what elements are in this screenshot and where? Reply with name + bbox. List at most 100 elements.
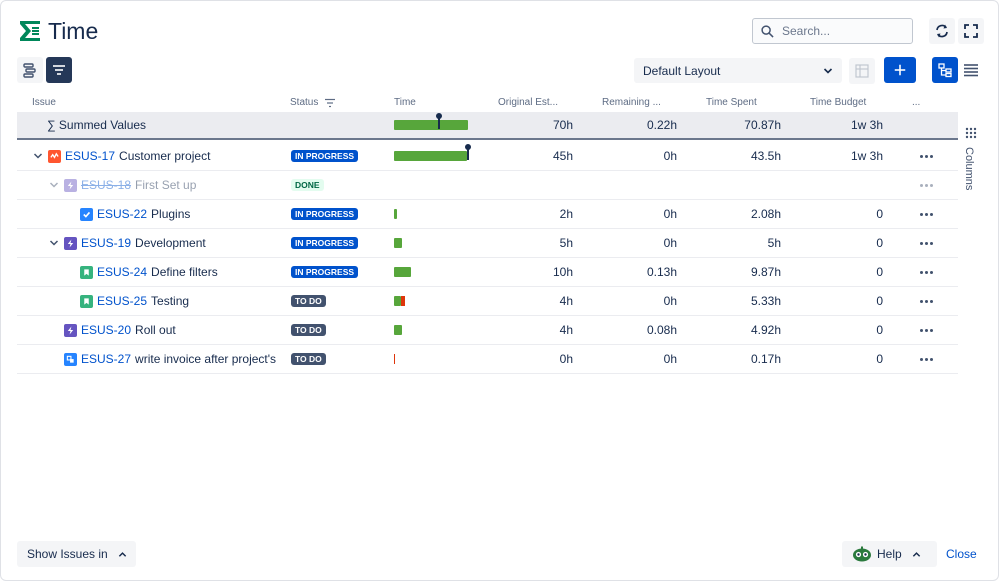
summed-values-row: ∑ Summed Values 70h 0.22h 70.87h 1w 3h [17, 112, 958, 140]
columns-panel-label[interactable]: Columns [963, 147, 975, 190]
column-header-status-label: Status [290, 97, 319, 108]
status-badge: DONE [291, 178, 324, 192]
issue-key-link[interactable]: ESUS-20 [81, 323, 131, 337]
bookmark-icon [80, 265, 93, 279]
list-icon [964, 64, 978, 77]
column-header-time-budget[interactable]: Time Budget [810, 97, 866, 108]
summed-time-cell [394, 112, 484, 138]
row-actions-button[interactable] [920, 316, 933, 344]
issue-summary: Roll out [135, 323, 176, 337]
time-spent-cell [706, 171, 781, 199]
chevron-down-icon[interactable] [49, 180, 59, 190]
remaining-cell: 0.08h [646, 323, 677, 337]
lightning-icon [64, 236, 77, 250]
issue-summary: Plugins [151, 207, 191, 221]
bookmark-icon [80, 294, 93, 308]
estimate-marker [436, 113, 442, 129]
time-progress-fill [394, 151, 467, 161]
layout-dropdown[interactable]: Default Layout [634, 58, 842, 83]
checkbox-icon [80, 207, 93, 221]
more-icon [920, 328, 933, 332]
time-budget-cell: 0 [876, 294, 883, 308]
issue-key-link[interactable]: ESUS-24 [97, 265, 147, 279]
table-row[interactable]: ESUS-19 Development IN PROGRESS 5h 0h 5h 0 [17, 229, 958, 258]
table-row[interactable]: ESUS-18 First Set up DONE [17, 171, 958, 200]
filter-icon[interactable] [324, 98, 336, 108]
filter-button[interactable] [46, 57, 72, 83]
issue-key-link[interactable]: ESUS-27 [81, 352, 131, 366]
time-budget-cell: 0 [876, 236, 883, 250]
remaining-cell: 0h [663, 352, 677, 366]
search-input[interactable] [782, 24, 902, 38]
status-badge: IN PROGRESS [291, 236, 359, 250]
column-header-time[interactable]: Time [394, 97, 416, 108]
column-header-time-spent[interactable]: Time Spent [706, 97, 757, 108]
column-header-status[interactable]: Status [290, 97, 336, 108]
time-cell [394, 258, 484, 286]
search-icon [761, 24, 774, 38]
fullscreen-button[interactable] [958, 18, 984, 44]
time-budget-cell: 0 [876, 265, 883, 279]
time-cell [394, 287, 484, 315]
time-budget-cell: 0 [876, 352, 883, 366]
time-progress-fill [394, 120, 468, 130]
table-row[interactable]: ESUS-20 Roll out TO DO 4h 0.08h 4.92h 0 [17, 316, 958, 345]
row-actions-button[interactable] [920, 345, 933, 373]
original-estimate-cell: 0h [559, 352, 573, 366]
grid-dots-icon [965, 127, 977, 139]
more-icon [920, 270, 933, 274]
time-progress-bar [394, 325, 469, 335]
row-actions-button[interactable] [920, 287, 933, 315]
row-actions-button[interactable] [920, 258, 933, 286]
table-header: Issue Status Time Original Est... Remain… [17, 93, 958, 111]
status-cell: IN PROGRESS [291, 142, 359, 170]
column-header-issue[interactable]: Issue [32, 97, 56, 108]
issue-key-link[interactable]: ESUS-19 [81, 236, 131, 250]
structure-button[interactable] [17, 57, 43, 83]
status-cell: IN PROGRESS [291, 200, 359, 228]
time-progress-bar [394, 238, 469, 248]
column-header-original-estimate[interactable]: Original Est... [498, 97, 558, 108]
issue-key-link[interactable]: ESUS-22 [97, 207, 147, 221]
time-overrun-fill [394, 354, 395, 364]
time-cell [394, 200, 484, 228]
column-header-remaining[interactable]: Remaining ... [602, 97, 661, 108]
table-row[interactable]: ESUS-24 Define filters IN PROGRESS 10h 0.13h… [17, 258, 958, 287]
epic-icon [48, 149, 61, 163]
time-spent-cell: 9.87h [750, 265, 781, 279]
row-actions-button[interactable] [920, 142, 933, 170]
chevron-down-icon[interactable] [33, 151, 43, 161]
table-row[interactable]: ESUS-27 write invoice after project's TO D… [17, 345, 958, 374]
issue-key-link[interactable]: ESUS-17 [65, 149, 115, 163]
hierarchy-icon [938, 63, 952, 78]
grid-view-button[interactable] [849, 58, 875, 84]
table-row[interactable]: ESUS-25 Testing TO DO 4h 0h 5.33h 0 [17, 287, 958, 316]
table-row[interactable]: ESUS-17 Customer project IN PROGRESS 45h 0h 4… [17, 142, 958, 171]
row-actions-button[interactable] [920, 229, 933, 257]
more-icon [920, 212, 933, 216]
original-estimate-cell [498, 171, 573, 199]
search-box[interactable] [752, 18, 913, 44]
issue-cell: ESUS-20 Roll out [49, 316, 176, 344]
issue-key-link[interactable]: ESUS-18 [81, 178, 131, 192]
row-actions-button[interactable] [920, 200, 933, 228]
table-row[interactable]: ESUS-22 Plugins IN PROGRESS 2h 0h 2.08h 0 [17, 200, 958, 229]
status-badge: TO DO [291, 294, 326, 308]
chevron-down-icon[interactable] [49, 238, 59, 248]
time-progress-bar [394, 296, 469, 306]
original-estimate-cell: 4h [559, 294, 573, 308]
help-button[interactable]: Help [842, 541, 937, 567]
app-frame: Time Default Layout Issue Status Tim [0, 0, 999, 581]
time-cell [394, 142, 484, 170]
issue-key-link[interactable]: ESUS-25 [97, 294, 147, 308]
expand-icon [964, 24, 978, 38]
hierarchy-view-button[interactable] [932, 57, 958, 83]
time-spent-cell: 5h [767, 236, 781, 250]
refresh-button[interactable] [929, 18, 955, 44]
list-view-button[interactable] [958, 57, 984, 83]
close-link[interactable]: Close [946, 547, 977, 561]
column-header-more[interactable]: ... [912, 97, 920, 108]
row-actions-button[interactable] [920, 171, 933, 199]
show-issues-in-button[interactable]: Show Issues in [17, 541, 136, 567]
add-button[interactable] [884, 57, 916, 83]
